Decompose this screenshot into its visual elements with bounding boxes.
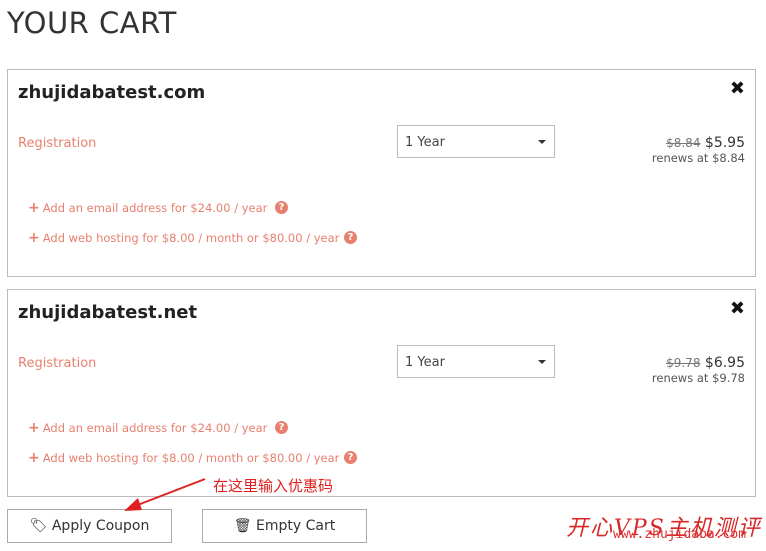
annotation-text: 在这里输入优惠码 — [213, 477, 334, 495]
watermark-url: www.zhujidaba.com — [613, 527, 747, 542]
annotation-arrow — [124, 478, 206, 511]
